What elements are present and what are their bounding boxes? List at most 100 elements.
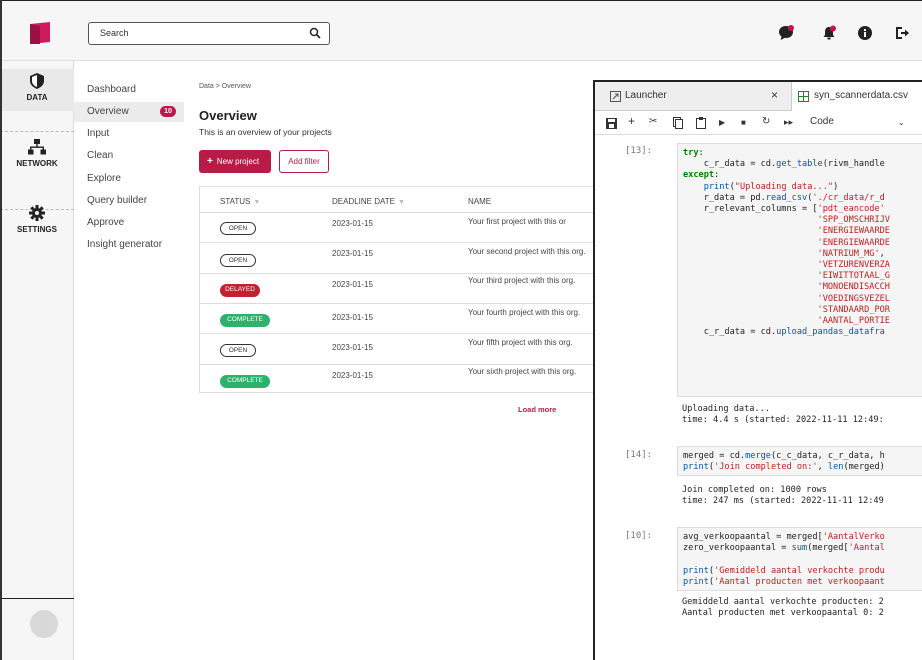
notebook-body: [13]: try: c_r_data = cd.get_table(rivm_…: [595, 135, 922, 660]
run-icon[interactable]: ▶: [719, 118, 725, 127]
add-filter-button[interactable]: Add filter: [279, 150, 329, 173]
project-name: Your third project with this org.: [468, 276, 576, 285]
cell-type-select[interactable]: Code: [810, 116, 834, 127]
cell-prompt: [10]:: [625, 531, 653, 541]
window-edge: [0, 0, 2, 660]
chevron-down-icon[interactable]: ⌄: [898, 118, 905, 127]
load-more-link[interactable]: Load more: [518, 405, 556, 414]
subnav-item-overview[interactable]: Overview 10: [74, 102, 184, 122]
top-header: Search: [0, 0, 922, 61]
rail-item-settings[interactable]: SETTINGS: [0, 201, 74, 241]
subnav-item-approve[interactable]: Approve: [74, 213, 184, 233]
table-row[interactable]: COMPLETE 2023-01-15 Your sixth project w…: [200, 364, 599, 392]
subnav-item-clean[interactable]: Clean: [74, 146, 184, 166]
column-header-label: NAME: [468, 197, 492, 206]
rail-label-network: NETWORK: [16, 159, 58, 168]
status-badge: OPEN: [220, 254, 256, 267]
paste-icon[interactable]: [696, 117, 706, 129]
status-badge: OPEN: [220, 222, 256, 235]
gear-icon: [29, 205, 45, 221]
rail-bottom-divider: [0, 598, 74, 599]
code-cell[interactable]: merged = cd.merge(c_c_data, c_r_data, h …: [677, 446, 922, 476]
table-row[interactable]: OPEN 2023-01-15 Your fifth project with …: [200, 333, 599, 364]
subnav-label: Clean: [87, 150, 114, 161]
search-input[interactable]: Search: [88, 22, 330, 45]
table-row[interactable]: COMPLETE 2023-01-15 Your fourth project …: [200, 303, 599, 333]
project-name: Your first project with this or: [468, 217, 566, 226]
column-header-status[interactable]: STATUS ▼: [220, 197, 260, 206]
stop-icon[interactable]: ■: [741, 118, 746, 127]
search-placeholder: Search: [100, 28, 129, 38]
subnav-label: Insight generator: [87, 239, 163, 250]
logout-icon[interactable]: [894, 25, 910, 41]
rail-label-settings: SETTINGS: [16, 225, 57, 234]
add-filter-label: Add filter: [288, 157, 320, 166]
sub-navigation: Dashboard Overview 10 Input Clean Explor…: [74, 61, 184, 660]
column-header-deadline[interactable]: DEADLINE DATE ▼: [332, 197, 405, 206]
cut-icon[interactable]: ✂: [649, 116, 657, 127]
new-project-button[interactable]: + New project: [199, 150, 271, 173]
jupyter-window: Launcher × syn_scannerdata.csv + ✂ ▶ ■ ↻…: [593, 80, 922, 660]
cell-output: Gemiddeld aantal verkochte producten: 2 …: [682, 597, 884, 619]
notification-bell-icon[interactable]: [821, 25, 837, 41]
deadline-date: 2023-01-15: [332, 343, 373, 352]
cell-output: Uploading data... time: 4.4 s (started: …: [682, 404, 884, 426]
copy-icon[interactable]: [673, 117, 683, 129]
jupyter-tab-bar: Launcher × syn_scannerdata.csv: [595, 82, 922, 111]
notebook-toolbar: + ✂ ▶ ■ ↻ ▸▸ Code ⌄: [595, 111, 922, 135]
save-icon[interactable]: [606, 118, 617, 129]
project-name: Your sixth project with this org.: [468, 367, 577, 376]
subnav-label: Input: [87, 128, 110, 139]
status-badge: OPEN: [220, 344, 256, 357]
column-header-name[interactable]: NAME: [468, 197, 491, 206]
column-header-label: STATUS: [220, 197, 251, 206]
close-tab-icon[interactable]: ×: [771, 88, 778, 102]
subnav-item-insight-generator[interactable]: Insight generator: [74, 235, 184, 255]
deadline-date: 2023-01-15: [332, 219, 373, 228]
table-row[interactable]: OPEN 2023-01-15 Your first project with …: [200, 212, 599, 241]
project-name: Your fifth project with this org.: [468, 338, 573, 347]
deadline-date: 2023-01-15: [332, 249, 373, 258]
status-badge: COMPLETE: [220, 375, 270, 388]
sort-caret-icon: ▼: [253, 199, 261, 206]
add-cell-icon[interactable]: +: [628, 114, 635, 128]
table-row[interactable]: DELAYED 2023-01-15 Your third project wi…: [200, 273, 599, 303]
deadline-date: 2023-01-15: [332, 313, 373, 322]
subnav-label: Overview: [87, 106, 129, 117]
status-badge: DELAYED: [220, 284, 260, 297]
tab-launcher[interactable]: Launcher: [625, 90, 667, 101]
network-icon: [28, 139, 46, 155]
rail-item-network[interactable]: NETWORK: [0, 133, 74, 173]
subnav-item-explore[interactable]: Explore: [74, 169, 184, 189]
column-header-label: DEADLINE DATE: [332, 197, 395, 206]
subnav-item-dashboard[interactable]: Dashboard: [74, 80, 184, 100]
launcher-icon: [610, 91, 621, 102]
breadcrumb: Data > Overview: [199, 83, 251, 90]
chat-icon[interactable]: [778, 25, 794, 41]
subnav-item-input[interactable]: Input: [74, 124, 184, 144]
page-title: Overview: [199, 108, 257, 123]
info-icon[interactable]: [857, 25, 873, 41]
search-icon[interactable]: [309, 27, 321, 39]
code-cell[interactable]: try: c_r_data = cd.get_table(rivm_handle…: [677, 143, 922, 397]
shield-icon: [30, 73, 44, 89]
cell-output: Join completed on: 1000 rows time: 247 m…: [682, 485, 884, 507]
projects-table: STATUS ▼ DEADLINE DATE ▼ NAME OPEN 2023-01…: [199, 186, 599, 393]
rail-item-data[interactable]: DATA: [0, 69, 74, 111]
restart-icon[interactable]: ↻: [762, 116, 770, 127]
fast-forward-icon[interactable]: ▸▸: [784, 117, 793, 128]
subnav-label: Query builder: [87, 195, 148, 206]
status-badge: COMPLETE: [220, 314, 270, 327]
project-name: Your second project with this org.: [468, 247, 586, 256]
new-project-label: New project: [216, 157, 260, 166]
tab-csv-active[interactable]: syn_scannerdata.csv: [791, 82, 922, 111]
plus-icon: +: [207, 156, 213, 167]
avatar[interactable]: [30, 610, 58, 638]
table-row[interactable]: OPEN 2023-01-15 Your second project with…: [200, 242, 599, 273]
icon-rail: DATA NETWORK SETTINGS: [0, 61, 74, 660]
app-logo-icon[interactable]: [28, 22, 52, 44]
code-cell[interactable]: avg_verkoopaantal = merged['AantalVerko …: [677, 527, 922, 591]
subnav-label: Approve: [87, 217, 125, 228]
page-subtitle: This is an overview of your projects: [199, 127, 332, 137]
subnav-item-query-builder[interactable]: Query builder: [74, 191, 184, 211]
